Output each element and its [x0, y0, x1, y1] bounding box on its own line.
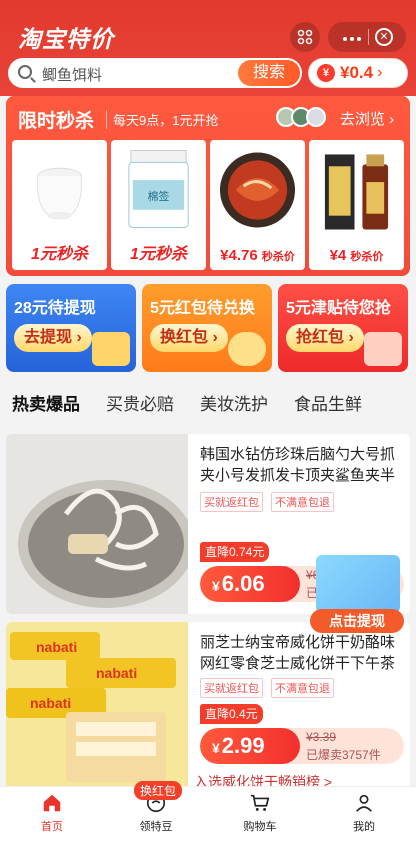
search-bar[interactable]: 鲫鱼饵料 搜索 [8, 58, 302, 88]
exchange-redpacket-button[interactable]: 换红包 › [150, 324, 228, 352]
svg-text:nabati: nabati [30, 695, 71, 711]
current-price: ¥2.99 [200, 728, 300, 764]
coin-value: ¥0.4 [340, 63, 374, 82]
search-input[interactable]: 鲫鱼饵料 [42, 64, 102, 85]
home-icon [43, 794, 61, 812]
product-tags: 买就返红包 不满意包退 [200, 678, 334, 698]
svg-text:nabati: nabati [36, 639, 77, 655]
nav-label: 首页 [41, 821, 63, 833]
flash-sale-title: 限时秒杀 [18, 111, 95, 132]
flash-product[interactable]: 棉签 1元秒杀 [111, 140, 206, 270]
search-button[interactable]: 搜索 [238, 60, 300, 86]
flash-price: ¥4 秒杀价 [329, 247, 384, 264]
product-card[interactable]: nabati nabati nabati 丽芝士纳宝帝威化饼干奶酪味网红零食芝士… [6, 622, 410, 792]
promo-title: 5元津贴待您抢 [286, 300, 391, 317]
product-image: nabati nabati nabati [6, 622, 188, 792]
product-title: 韩国水钻仿珍珠后脑勺大号抓夹小号发抓发卡顶夹鲨鱼夹半 [200, 446, 396, 484]
flash-sale-subtitle: 每天9点，1元开抢 [106, 110, 218, 129]
flash-price: 1元秒杀 [31, 246, 88, 263]
price-drop-badge: 直降0.74元 [200, 542, 270, 562]
product-tags: 买就返红包 不满意包退 [200, 492, 334, 512]
coin-icon: ¥ [317, 64, 335, 82]
promo-title: 5元红包待兑换 [150, 300, 255, 317]
cash-icon [92, 332, 130, 366]
nav-label: 领特豆 [139, 821, 173, 833]
product-image: 棉签 [128, 150, 189, 229]
current-price: ¥6.06 [200, 566, 300, 602]
tab-beauty[interactable]: 美妆洗护 [188, 390, 282, 415]
promo-card-allowance[interactable]: 5元津贴待您抢 抢红包 › [278, 284, 408, 372]
tab-price-guarantee[interactable]: 买贵必赔 [94, 390, 188, 415]
user-icon [356, 794, 372, 812]
close-icon[interactable]: ✕ [375, 28, 393, 46]
tab-hot[interactable]: 热卖爆品 [0, 390, 94, 415]
original-price: ¥3.39 [306, 730, 337, 744]
cart-icon [250, 794, 270, 811]
floating-withdraw-ad[interactable]: 点击提现 [310, 555, 404, 635]
price-bar: ¥2.99 ¥3.39 已爆卖3757件 [200, 728, 404, 764]
withdraw-button[interactable]: 去提现 › [14, 324, 92, 352]
flash-product[interactable]: 1元秒杀 [12, 140, 107, 270]
category-tabs: 热卖爆品 买贵必赔 美妆洗护 食品生鲜 [0, 380, 416, 424]
tag: 买就返红包 [200, 492, 263, 512]
product-image [324, 154, 389, 230]
svg-text:棉签: 棉签 [148, 189, 170, 203]
miniprogram-capsule: ✕ [328, 22, 406, 52]
tag: 买就返红包 [200, 678, 263, 698]
avatar-group [276, 107, 326, 127]
nav-label: 我的 [353, 821, 375, 833]
redpacket-icon [364, 332, 402, 366]
browse-link[interactable]: 去浏览 › [340, 108, 394, 129]
svg-text:nabati: nabati [96, 665, 137, 681]
product-title: 丽芝士纳宝帝威化饼干奶酪味网红零食芝士威化饼干下午茶 [200, 634, 396, 672]
menu-dots-icon[interactable] [341, 28, 362, 46]
tag: 不满意包退 [271, 678, 334, 698]
promo-card-withdraw[interactable]: 28元待提现 去提现 › [6, 284, 136, 372]
flash-price: ¥4.76 秒杀价 [220, 247, 295, 264]
tag: 不满意包退 [271, 492, 334, 512]
more-icon[interactable] [290, 22, 320, 52]
header: 淘宝特价 ✕ 鲫鱼饵料 搜索 ¥ ¥0.4 › [0, 0, 416, 96]
coin-balance-button[interactable]: ¥ ¥0.4 › [308, 58, 408, 88]
product-image [219, 152, 296, 228]
product-image [37, 167, 82, 220]
chevron-right-icon: › [377, 64, 383, 81]
mascot-icon [228, 332, 266, 366]
flash-price: 1元秒杀 [130, 246, 187, 263]
grab-redpacket-button[interactable]: 抢红包 › [286, 324, 364, 352]
price-drop-badge: 直降0.4元 [200, 704, 263, 724]
promo-title: 28元待提现 [14, 300, 96, 317]
nav-me[interactable]: 我的 [312, 787, 416, 846]
nav-label: 购物车 [243, 821, 277, 833]
withdraw-float-button[interactable]: 点击提现 [310, 609, 404, 633]
nav-cart[interactable]: 购物车 [208, 787, 312, 846]
promo-card-redpacket[interactable]: 5元红包待兑换 换红包 › [142, 284, 272, 372]
tab-food[interactable]: 食品生鲜 [282, 390, 376, 415]
nav-home[interactable]: 首页 [0, 787, 104, 846]
avatar [306, 107, 326, 127]
bottom-nav: 首页 换红包 领特豆 购物车 我的 [0, 781, 416, 846]
brand-title: 淘宝特价 [18, 26, 114, 52]
nav-badge: 换红包 [134, 781, 183, 800]
product-image [6, 434, 188, 614]
sold-count: 已爆卖3757件 [306, 748, 381, 762]
flash-product[interactable]: ¥4.76 秒杀价 [210, 140, 305, 270]
search-icon [18, 65, 32, 79]
flash-product[interactable]: ¥4 秒杀价 [309, 140, 404, 270]
nav-beans[interactable]: 换红包 领特豆 [104, 781, 208, 846]
flash-sale-panel: 限时秒杀 每天9点，1元开抢 去浏览 › 1元秒杀 棉签 1元秒杀 ¥4.76 … [6, 96, 410, 276]
redpacket-cards-icon [316, 555, 400, 613]
